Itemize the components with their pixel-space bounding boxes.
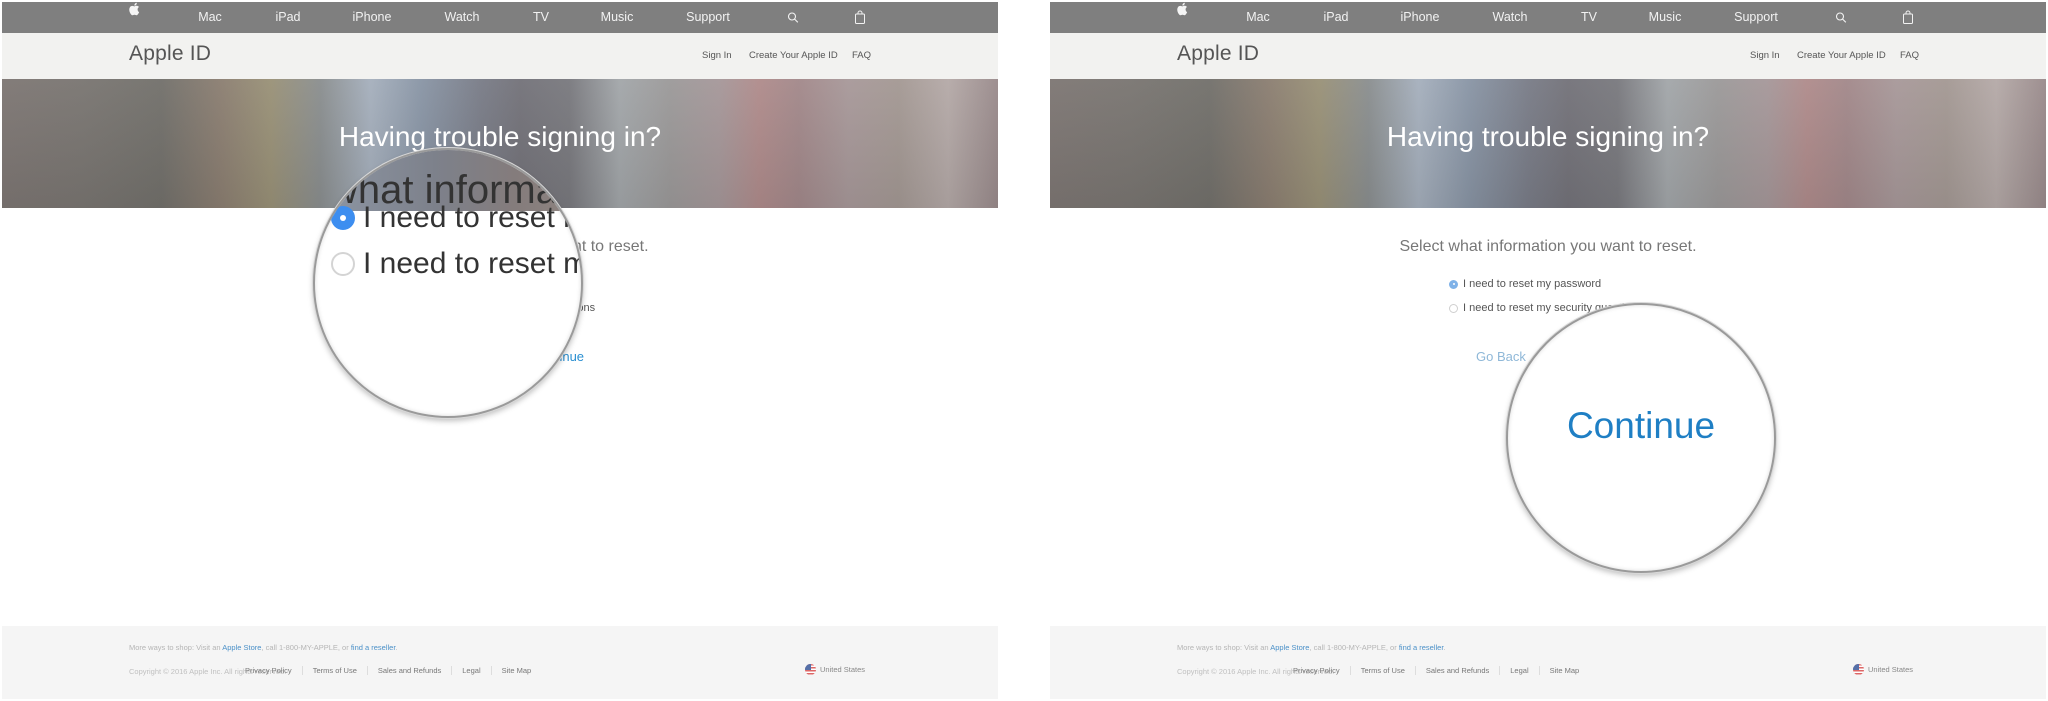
magnified-continue-button[interactable]: Continue [1508,405,1774,447]
go-back-link[interactable]: Go Back [1476,349,1526,364]
country-selector[interactable]: United States [805,664,865,675]
find-reseller-link[interactable]: find a reseller [351,643,396,652]
screenshot-panel-left: Mac iPad iPhone Watch TV Music Support A… [2,2,998,699]
apple-store-link[interactable]: Apple Store [222,643,261,652]
terms-of-use-link[interactable]: Terms of Use [301,666,367,675]
footer: More ways to shop: Visit an Apple Store,… [1050,626,2046,699]
search-icon[interactable] [1835,12,1847,24]
nav-iphone[interactable]: iPhone [1401,2,1440,33]
shop-suffix: . [1443,643,1446,652]
nav-support[interactable]: Support [686,2,730,33]
magnifier-loupe: Continue [1506,303,1776,573]
option-label: I need to reset my password [1463,278,1602,290]
magnified-option-security[interactable]: I need to reset my [331,247,583,281]
site-map-link[interactable]: Site Map [1538,666,1590,675]
create-apple-id-link[interactable]: Create Your Apple ID [749,50,838,61]
nav-watch[interactable]: Watch [1493,2,1528,33]
privacy-policy-link[interactable]: Privacy Policy [245,666,302,675]
shop-mid: , call 1-800-MY-APPLE, or [1309,643,1399,652]
nav-mac[interactable]: Mac [1246,2,1270,33]
shopping-bag-icon[interactable] [1903,10,1914,24]
sales-refunds-link[interactable]: Sales and Refunds [1414,666,1499,675]
magnified-option-label: I need to reset my [363,247,583,280]
nav-music[interactable]: Music [1649,2,1682,33]
find-reseller-link[interactable]: find a reseller [1399,643,1444,652]
search-icon[interactable] [787,12,799,24]
shop-prefix: More ways to shop: Visit an [129,643,223,652]
shop-mid: , call 1-800-MY-APPLE, or [261,643,351,652]
nav-tv[interactable]: TV [533,2,549,33]
footer-links: Privacy Policy Terms of Use Sales and Re… [245,666,541,675]
hero-banner: Having trouble signing in? [1050,79,2046,208]
apple-id-subnav: Apple ID Sign In Create Your Apple ID FA… [1050,33,2046,80]
footer: More ways to shop: Visit an Apple Store,… [2,626,998,699]
country-label: United States [820,665,866,674]
us-flag-icon [1853,664,1864,675]
nav-iphone[interactable]: iPhone [353,2,392,33]
legal-link[interactable]: Legal [1499,666,1538,675]
country-label: United States [1868,665,1914,674]
page-title: Having trouble signing in? [338,121,662,152]
magnified-radio-unchecked[interactable] [331,252,355,276]
create-apple-id-link[interactable]: Create Your Apple ID [1797,50,1886,61]
nav-tv[interactable]: TV [1581,2,1597,33]
option-reset-password[interactable]: I need to reset my password [1449,278,1601,290]
apple-id-brand[interactable]: Apple ID [129,42,211,66]
radio-button-unchecked[interactable] [1449,303,1458,313]
shop-suffix: . [395,643,398,652]
apple-store-link[interactable]: Apple Store [1270,643,1309,652]
shop-prefix: More ways to shop: Visit an [1177,643,1271,652]
footer-links: Privacy Policy Terms of Use Sales and Re… [1293,666,1589,675]
apple-logo-icon[interactable] [1176,2,1188,33]
terms-of-use-link[interactable]: Terms of Use [1349,666,1415,675]
nav-ipad[interactable]: iPad [275,2,300,33]
faq-link[interactable]: FAQ [852,50,871,61]
legal-link[interactable]: Legal [451,666,490,675]
privacy-policy-link[interactable]: Privacy Policy [1293,666,1350,675]
sales-refunds-link[interactable]: Sales and Refunds [366,666,451,675]
us-flag-icon [805,664,816,675]
nav-support[interactable]: Support [1734,2,1778,33]
global-nav: Mac iPad iPhone Watch TV Music Support [1050,2,2046,33]
nav-mac[interactable]: Mac [198,2,222,33]
sign-in-link[interactable]: Sign In [1750,50,1780,61]
radio-button-checked[interactable] [1449,279,1458,289]
magnified-heading: what informa [329,168,558,212]
apple-logo-icon[interactable] [128,2,140,33]
footer-shop-text: More ways to shop: Visit an Apple Store,… [129,643,398,652]
country-selector[interactable]: United States [1853,664,1913,675]
apple-id-subnav: Apple ID Sign In Create Your Apple ID FA… [2,33,998,80]
nav-ipad[interactable]: iPad [1323,2,1348,33]
shopping-bag-icon[interactable] [855,10,866,24]
nav-watch[interactable]: Watch [445,2,480,33]
apple-id-brand[interactable]: Apple ID [1177,42,1259,66]
faq-link[interactable]: FAQ [1900,50,1919,61]
nav-music[interactable]: Music [601,2,634,33]
screenshot-panel-right: Mac iPad iPhone Watch TV Music Support A… [1050,2,2046,699]
site-map-link[interactable]: Site Map [490,666,542,675]
footer-shop-text: More ways to shop: Visit an Apple Store,… [1177,643,1446,652]
magnifier-loupe: what informa I need to reset my I need t… [313,148,583,418]
sign-in-link[interactable]: Sign In [702,50,732,61]
reset-prompt: Select what information you want to rese… [1399,238,1697,255]
page-title: Having trouble signing in? [1386,121,1710,152]
global-nav: Mac iPad iPhone Watch TV Music Support [2,2,998,33]
